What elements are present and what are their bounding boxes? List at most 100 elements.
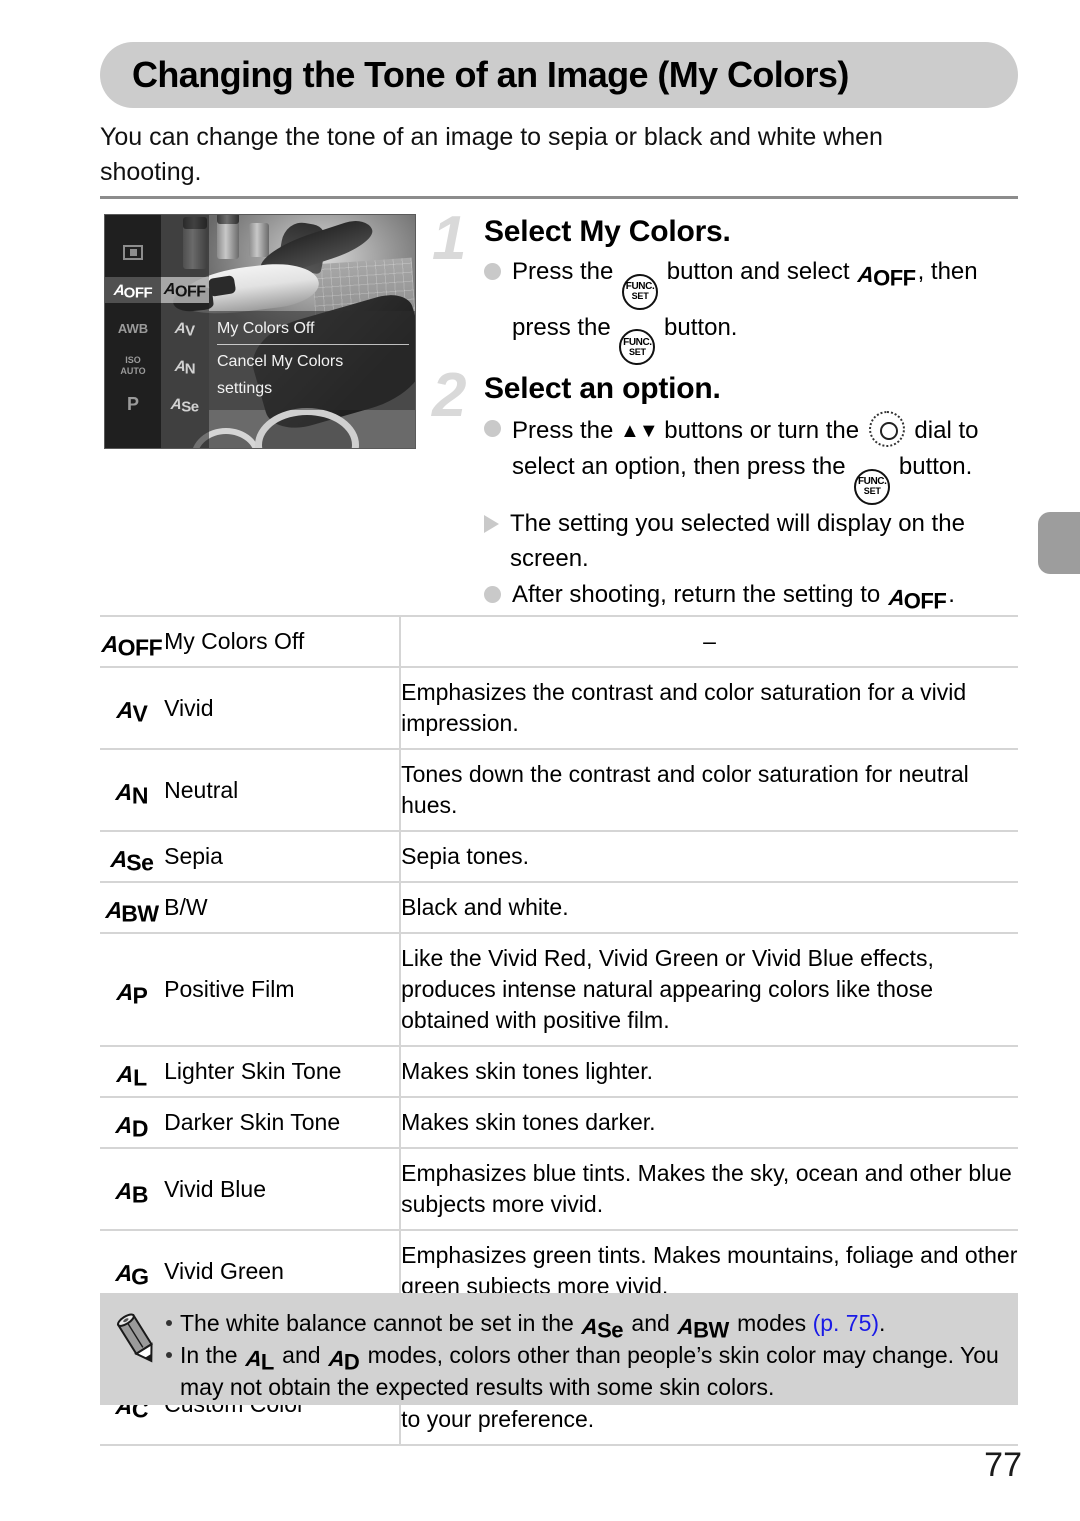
option-icon-cell: AL (100, 1046, 164, 1097)
lcd-panel-desc-line2: settings (217, 380, 273, 397)
horizontal-rule (100, 196, 1018, 199)
option-description-cell: Makes skin tones darker. (401, 1109, 656, 1135)
my-colors-g-icon: AG (114, 1260, 149, 1290)
dot-bullet-icon (484, 420, 501, 437)
my-colors-n-icon: AN (114, 779, 149, 809)
lcd-info-panel: My Colors Off Cancel My Colors settings (209, 311, 415, 410)
option-description-cell: Makes skin tones lighter. (401, 1058, 653, 1084)
bullet-text: Press the FUNC. SET button and select AOF… (512, 254, 1022, 365)
option-description-cell: Sepia tones. (401, 843, 529, 869)
note-bullet-icon (166, 1320, 172, 1326)
jar-cap-icon (217, 215, 239, 224)
text-run: Press the (512, 258, 621, 285)
lcd-rail-my-colors-icon[interactable]: AOFF (105, 277, 161, 303)
page-number: 77 (984, 1446, 1022, 1484)
func-set-button-icon: FUNC. SET (854, 468, 891, 505)
option-name-cell: Darker Skin Tone (164, 1097, 402, 1148)
lcd-option-vivid[interactable]: AV (161, 315, 209, 341)
option-icon-cell: AD (100, 1097, 164, 1148)
text-run: . (948, 580, 955, 608)
my-colors-l-icon: AL (116, 1060, 147, 1091)
section-header-bar: Changing the Tone of an Image (My Colors… (100, 42, 1018, 108)
option-name-cell: Lighter Skin Tone (164, 1046, 402, 1097)
my-colors-bw-icon: ABW (676, 1314, 729, 1343)
text-run: Press the (512, 417, 621, 444)
bullet-text: Press the ▲▼ buttons or turn the dial to… (512, 411, 1022, 505)
my-colors-b-icon: AB (114, 1178, 149, 1208)
option-description-cell: Emphasizes blue tints. Makes the sky, oc… (401, 1160, 1012, 1217)
func-set-button-icon: FUNC. SET (622, 273, 659, 310)
text-run: button. (892, 453, 973, 480)
func-set-button-icon: FUNC. SET (619, 329, 656, 365)
option-description-cell: – (703, 628, 716, 654)
manual-page: Changing the Tone of an Image (My Colors… (0, 0, 1080, 1521)
lcd-rail-white-balance[interactable]: AWB (105, 315, 161, 341)
lcd-rail-iso[interactable]: ISO AUTO (105, 353, 161, 379)
page-title: Changing the Tone of an Image (My Colors… (132, 54, 849, 95)
lcd-rail-shooting-mode[interactable]: P (105, 391, 161, 417)
lcd-rail-metering-icon[interactable] (105, 239, 161, 265)
option-icon-cell: AOFF (100, 616, 164, 667)
option-icon-cell: ASe (100, 831, 164, 882)
option-description-cell: Like the Vivid Red, Vivid Green or Vivid… (401, 945, 934, 1033)
lcd-panel-title: My Colors Off (217, 320, 315, 337)
up-down-buttons-icon: ▲▼ (620, 420, 659, 442)
jar-icon (217, 219, 239, 259)
triangle-bullet-icon (484, 514, 499, 533)
my-colors-p-icon: AP (115, 978, 148, 1009)
page-reference-link[interactable]: (p. 75) (813, 1310, 879, 1336)
table-row: AD Darker Skin Tone Makes skin tones darke… (100, 1097, 1018, 1148)
option-description-cell: Emphasizes the contrast and color satura… (401, 679, 967, 736)
option-icon-cell: AV (100, 667, 164, 749)
note-text: In the AL and AD modes, colors other tha… (180, 1339, 1000, 1403)
table-row: ABW B/W Black and white. (100, 882, 1018, 933)
option-name-cell: Neutral (164, 749, 402, 831)
pencil-icon (114, 1307, 160, 1369)
option-icon-cell: AP (100, 933, 164, 1046)
step-bullet: After shooting, return the setting to AO… (484, 577, 1022, 612)
instruction-step: 1 Select My Colors. Press the FUNC. SET but… (432, 208, 1022, 365)
option-name-cell: Vivid (164, 667, 402, 749)
option-description-cell: Tones down the contrast and color satura… (401, 761, 969, 818)
text-run: and (625, 1310, 677, 1336)
lcd-option-sepia[interactable]: ASe (161, 391, 209, 417)
table-row: AOFF My Colors Off – (100, 616, 1018, 667)
lcd-option-my-colors-off[interactable]: AOFF (161, 277, 209, 303)
step-number: 2 (432, 361, 467, 430)
table-row: AV Vivid Emphasizes the contrast and color… (100, 667, 1018, 749)
step-body: Press the FUNC. SET button and select AOF… (484, 254, 1022, 365)
lcd-option-spacer (161, 239, 209, 265)
control-dial-icon (868, 411, 905, 447)
text-run: button and select (660, 258, 857, 285)
my-colors-off-icon: AOFF (887, 584, 947, 614)
my-colors-se-icon: ASe (109, 845, 154, 876)
bullet-text: The setting you selected will display on… (510, 506, 1022, 576)
note-bullet-icon (166, 1352, 172, 1358)
jar-icon (249, 223, 269, 257)
option-icon-cell: AN (100, 749, 164, 831)
text-run: . (879, 1310, 886, 1336)
option-name-cell: Sepia (164, 831, 402, 882)
chapter-side-tab (1038, 512, 1080, 574)
text-run: buttons or turn the (657, 417, 866, 444)
lcd-function-rail: AOFF AWB ISO AUTO P (105, 215, 161, 448)
instruction-step: 2 Select an option. Press the ▲▼ buttons o… (432, 361, 1022, 612)
step-title: Select an option. (484, 372, 721, 405)
lcd-option-neutral[interactable]: AN (161, 353, 209, 379)
step-bullet: Press the FUNC. SET button and select AOF… (484, 254, 1022, 365)
my-colors-off-icon: AOFF (100, 630, 163, 661)
text-run: The white balance cannot be set in the (180, 1310, 581, 1336)
dot-bullet-icon (484, 585, 501, 603)
my-colors-d-icon: AD (114, 1111, 149, 1142)
step-title: Select My Colors. (484, 215, 731, 248)
dot-bullet-icon (484, 263, 501, 280)
step-bullet: Press the ▲▼ buttons or turn the dial to… (484, 411, 1022, 505)
my-colors-d-icon: AD (327, 1346, 360, 1375)
text-run: After shooting, return the setting to (512, 580, 887, 608)
my-colors-v-icon: AV (115, 697, 148, 727)
step-body: Press the ▲▼ buttons or turn the dial to… (484, 411, 1022, 612)
my-colors-off-icon: AOFF (856, 262, 916, 291)
table-row: AP Positive Film Like the Vivid Red, Vivid… (100, 933, 1018, 1046)
text-run: The setting you selected will display on… (510, 509, 965, 572)
text-run: In the (180, 1342, 244, 1368)
